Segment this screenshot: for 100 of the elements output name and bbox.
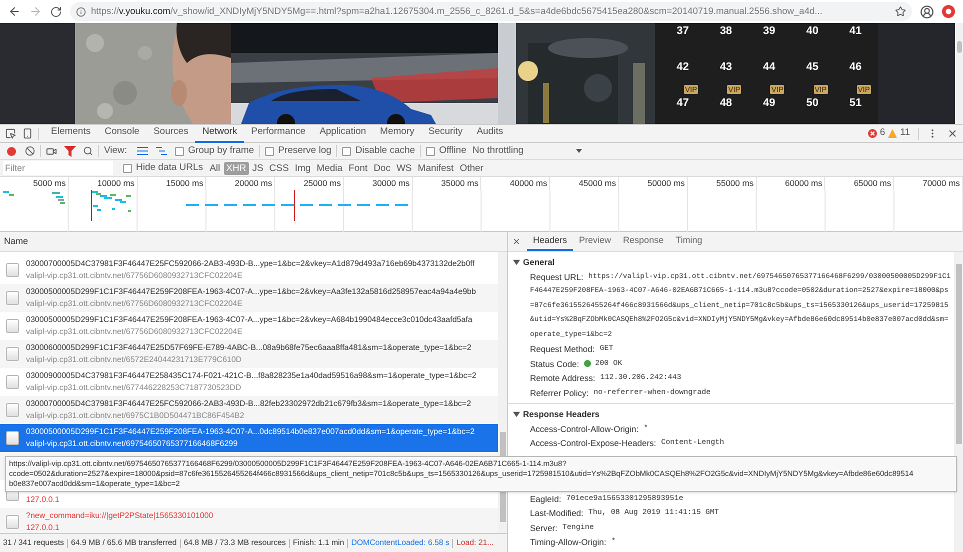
record-icon[interactable] bbox=[7, 146, 16, 156]
section-title[interactable]: General bbox=[523, 255, 555, 270]
devtools-tab[interactable]: Audits bbox=[470, 124, 510, 142]
checkbox[interactable] bbox=[175, 146, 184, 156]
request-domain: valipl-vip.cp31.ott.cibntv.net/69754650765377166468F6299 bbox=[26, 438, 239, 450]
search-icon[interactable] bbox=[83, 146, 93, 156]
option-label[interactable]: Hide data URLs bbox=[136, 160, 204, 176]
header-name: Last-Modified: bbox=[530, 507, 584, 520]
episode-number[interactable]: 40 bbox=[806, 24, 818, 38]
header-name: Referrer Policy: bbox=[530, 386, 589, 400]
details-tab[interactable]: Headers bbox=[527, 232, 574, 251]
request-row[interactable]: 03000600005D299F1C1F3F46447E25D57F69FE-E789-4ABC-B...08a9b68fe75ec6aaa8ffa481&sm=1&operate_type=1&bc=2 valipl-vip.cp31.ott.cibntv.net/6572E24044231713E779C610D bbox=[0, 340, 498, 368]
checkbox[interactable] bbox=[342, 146, 352, 156]
section-title[interactable]: Response Headers bbox=[523, 407, 600, 422]
request-domain: valipl-vip.cp31.ott.cibntv.net/6975C1B0D504471BC86F454B2 bbox=[26, 410, 246, 422]
request-name: 03000700005D4C37981F3F46447E25FC592066-2AB3-493D-B...82feb23302972db21c679fb3&sm=1&operate_type=1&bc=2 bbox=[26, 398, 472, 410]
close-icon[interactable] bbox=[947, 128, 958, 139]
devtools-tab[interactable]: Elements bbox=[44, 124, 98, 142]
devtools-tab[interactable]: Memory bbox=[373, 124, 422, 142]
timeline-tick-label: 5000 ms bbox=[33, 177, 66, 190]
episode-number[interactable]: 49 bbox=[763, 96, 776, 110]
request-domain: valipl-vip.cp31.ott.cibntv.net/677446228253C7187730523DD bbox=[26, 382, 242, 394]
timeline-tick-label: 30000 ms bbox=[372, 177, 410, 190]
details-tab[interactable]: Timing bbox=[670, 232, 708, 251]
checkbox[interactable] bbox=[265, 146, 274, 156]
option-label[interactable]: Group by frame bbox=[188, 144, 254, 158]
details-scrollbar[interactable] bbox=[954, 252, 963, 552]
address-bar[interactable]: https://v.youku.com/v_show/id_XNDIyMjY5NDY5Mg==.html?spm=a2ha1.12675304.m_2556_c_8261.d_5&s=a4de6bdc5675415ea280&scm=20140719.manual.2556.show_a4d... bbox=[70, 2, 912, 21]
episode-number[interactable]: 45 bbox=[806, 60, 818, 74]
episode-number[interactable]: 47 bbox=[676, 96, 689, 110]
type-filter-button[interactable]: CSS bbox=[266, 162, 292, 174]
request-domain: 127.0.0.1 bbox=[26, 494, 60, 506]
type-filter-button[interactable]: Media bbox=[314, 162, 346, 174]
filter-field[interactable]: Filter bbox=[3, 161, 113, 175]
devtools-tab[interactable]: Performance bbox=[244, 124, 313, 142]
episode-number[interactable]: 51 bbox=[849, 96, 862, 110]
checkbox[interactable] bbox=[123, 164, 132, 172]
collapse-triangle-icon[interactable] bbox=[513, 410, 520, 418]
extension-icon[interactable] bbox=[942, 5, 955, 18]
option-label[interactable]: Preserve log bbox=[278, 144, 332, 158]
episode-number[interactable]: 46 bbox=[849, 60, 862, 74]
details-tab[interactable]: Response bbox=[617, 232, 670, 251]
timeline-tick-label: 70000 ms bbox=[922, 177, 960, 190]
type-filter-button[interactable]: Img bbox=[292, 162, 314, 174]
waterfall-view-icon[interactable] bbox=[156, 147, 168, 155]
episode-number[interactable]: 50 bbox=[806, 96, 818, 110]
device-icon[interactable] bbox=[22, 128, 33, 139]
episode-number[interactable]: 41 bbox=[849, 24, 862, 38]
file-icon bbox=[6, 515, 19, 529]
timeline-tick-label: 10000 ms bbox=[97, 177, 135, 190]
devtools-tab[interactable]: Application bbox=[312, 124, 374, 142]
url-text: https://v.youku.com/v_show/id_XNDIyMjY5NDY5Mg==.html?spm=a2ha1.12675304.m_2556_c_8261.d_5&s=a4de6bdc5675415ea280&scm=20140719.manual.2556.show_a4d... bbox=[91, 4, 822, 18]
devtools-tab[interactable]: Console bbox=[98, 124, 146, 142]
type-filter-button[interactable]: Font bbox=[346, 162, 370, 174]
error-count[interactable]: 6 bbox=[880, 126, 886, 141]
timeline-tick-label: 60000 ms bbox=[785, 177, 822, 190]
error-icon[interactable] bbox=[868, 129, 877, 138]
request-row[interactable]: 03000500005D299F1C1F3F46447E259F208FEA-1963-4C07-A...ype=1&bc=2&vkey=Aa3fe132a5816d258957eac4a94a4e9bb valipl-vip.cp31.ott.cibntv.net/67756D6080932713CFC02204E bbox=[0, 284, 498, 312]
episode-number[interactable]: 42 bbox=[676, 60, 689, 74]
timeline-tick-label: 50000 ms bbox=[647, 177, 685, 190]
file-icon bbox=[6, 403, 19, 417]
episode-number[interactable]: 48 bbox=[720, 96, 732, 110]
inspect-icon[interactable] bbox=[5, 128, 16, 139]
filter-icon[interactable] bbox=[64, 146, 76, 156]
option-label[interactable]: Offline bbox=[439, 144, 466, 158]
name-column-header[interactable]: Name bbox=[0, 232, 507, 252]
episode-number[interactable]: 39 bbox=[763, 24, 776, 38]
close-icon[interactable] bbox=[512, 237, 521, 246]
request-row[interactable]: 03000500005D299F1C1F3F46447E259F208FEA-1963-4C07-A...0dc89514b0e837e007acd0dd&sm=1&operate_type=1&bc=2 valipl-vip.cp31.ott.cibntv.net/69754650765377166468F6299 bbox=[0, 424, 498, 452]
type-filter-button[interactable]: JS bbox=[250, 162, 266, 174]
page-scrollbar[interactable] bbox=[955, 23, 963, 124]
account-icon[interactable] bbox=[920, 4, 934, 18]
episode-number[interactable]: 37 bbox=[676, 24, 689, 38]
request-row[interactable]: 03000700005D4C37981F3F46447E25FC592066-2AB3-493D-B...82feb23302972db21c679fb3&sm=1&operate_type=1&bc=2 valipl-vip.cp31.ott.cibntv.net/6975C1B0D504471BC86F454B2 bbox=[0, 396, 498, 424]
episode-number[interactable]: 44 bbox=[763, 60, 776, 74]
checkbox[interactable] bbox=[426, 146, 436, 156]
timeline-tick-label: 40000 ms bbox=[510, 177, 548, 190]
header-name: Access-Control-Expose-Headers: bbox=[530, 437, 656, 450]
camera-icon[interactable] bbox=[46, 146, 57, 156]
type-filter-button[interactable]: Other bbox=[457, 162, 486, 174]
warning-count[interactable]: 11 bbox=[900, 126, 910, 141]
clear-icon[interactable] bbox=[25, 146, 35, 156]
details-tab[interactable]: Preview bbox=[573, 232, 618, 251]
throttling-select[interactable]: No throttling bbox=[472, 144, 582, 158]
back-icon[interactable] bbox=[8, 5, 21, 18]
type-filter-button[interactable]: WS bbox=[394, 162, 414, 174]
episode-number[interactable]: 38 bbox=[720, 24, 732, 38]
type-filter-button[interactable]: Manifest bbox=[415, 162, 456, 174]
type-filter-button[interactable]: All bbox=[207, 162, 223, 174]
option-label[interactable]: Disable cache bbox=[355, 144, 416, 158]
episode-number[interactable]: 43 bbox=[720, 60, 732, 74]
type-filter-button[interactable]: Doc bbox=[371, 162, 393, 174]
devtools-tab[interactable]: Sources bbox=[146, 124, 196, 142]
timeline-tick-label: 35000 ms bbox=[441, 177, 478, 190]
devtools-tab[interactable]: Security bbox=[421, 124, 470, 142]
star-icon[interactable] bbox=[895, 6, 906, 17]
info-icon[interactable] bbox=[76, 6, 86, 16]
collapse-triangle-icon[interactable] bbox=[513, 258, 520, 266]
list-view-icon[interactable] bbox=[137, 147, 148, 155]
reload-icon[interactable] bbox=[50, 6, 62, 18]
